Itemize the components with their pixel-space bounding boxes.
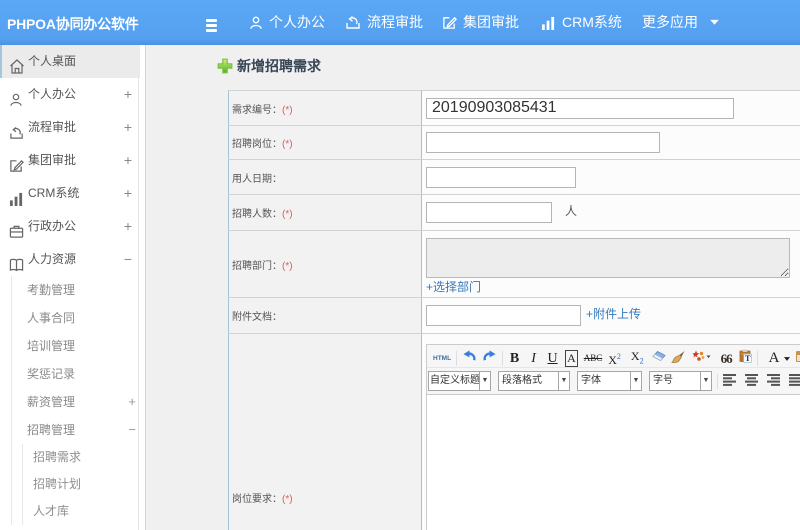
svg-text:T: T bbox=[744, 353, 750, 363]
